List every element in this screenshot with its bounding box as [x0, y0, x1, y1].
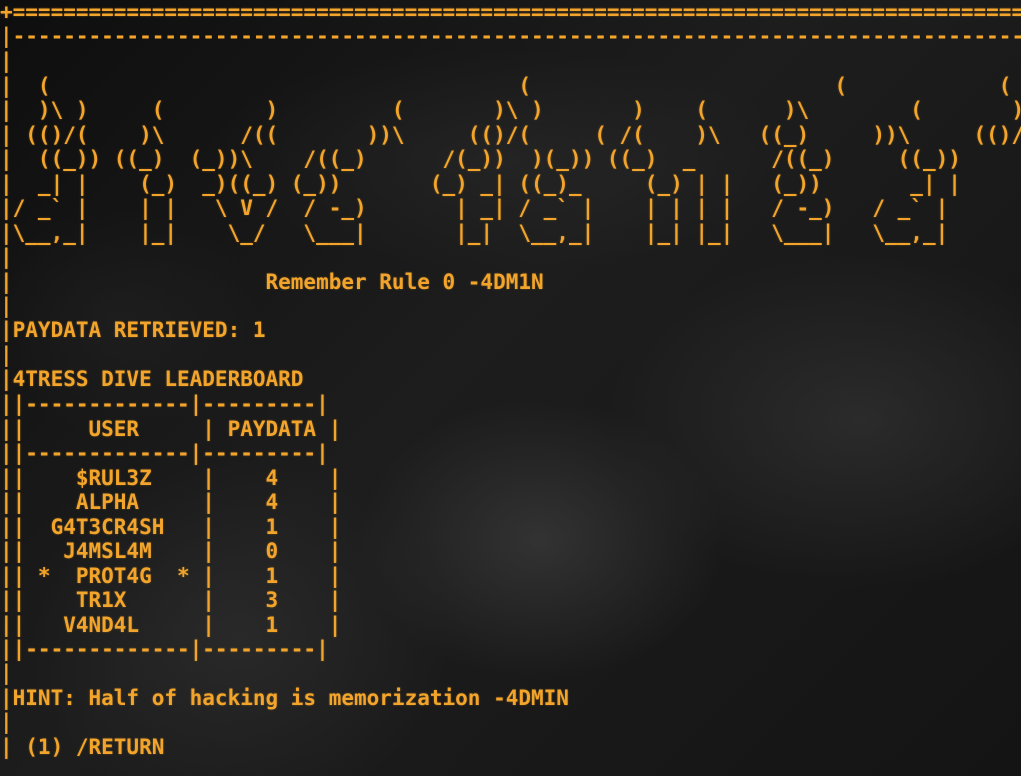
banner-art: | | ( ( ( ( | )\ ) ( ) ( )\ ) ) ( )\ ( )…	[0, 49, 1021, 269]
paydata-retrieved: |PAYDATA RETRIEVED: 1	[0, 318, 266, 342]
rule-text: | Remember Rule 0 -4DM1N	[0, 270, 544, 294]
return-option[interactable]: | (1) /RETURN	[0, 735, 164, 760]
leaderboard-table: ||-------------|---------| || USER | PAY…	[0, 392, 342, 661]
top-border: +=======================================…	[0, 0, 1021, 24]
dash-border: |---------------------------------------…	[0, 24, 1021, 48]
blank-line: |	[0, 294, 13, 318]
blank-line: |	[0, 661, 13, 685]
blank-line: |	[0, 343, 13, 367]
blank-line: |	[0, 710, 13, 734]
terminal-screen: +=======================================…	[0, 0, 1021, 776]
hint-text: |HINT: Half of hacking is memorization -…	[0, 686, 569, 710]
leaderboard-title: |4TRESS DIVE LEADERBOARD	[0, 367, 304, 391]
